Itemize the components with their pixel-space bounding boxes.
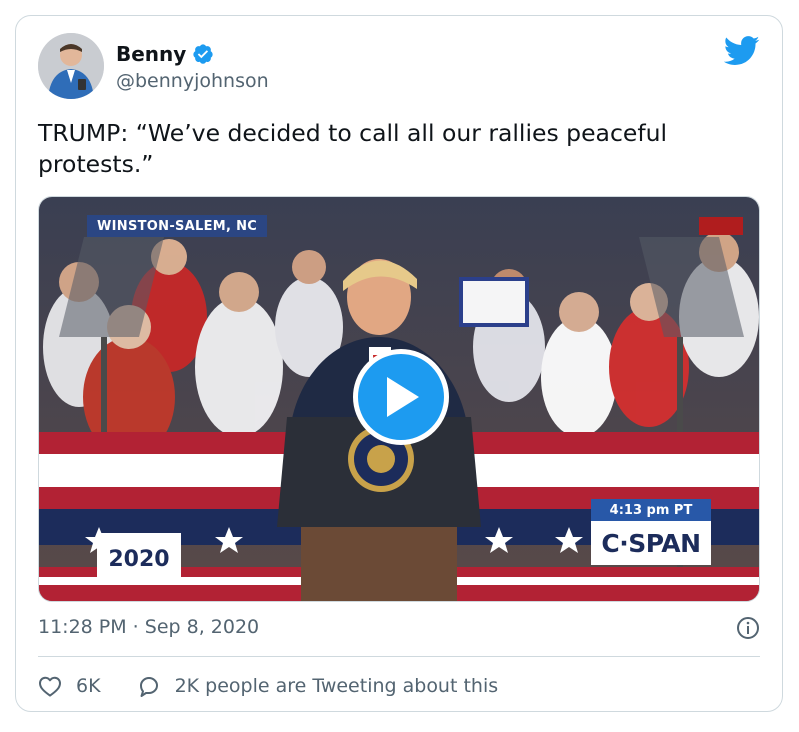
tweet-timestamp[interactable]: 11:28 PM · Sep 8, 2020 xyxy=(38,616,259,638)
author-handle[interactable]: @bennyjohnson xyxy=(116,70,269,92)
play-button[interactable] xyxy=(353,349,449,445)
video-player[interactable]: WINSTON-SALEM, NC 2020 4:13 pm PT C·SPAN xyxy=(38,196,760,602)
heart-icon xyxy=(39,676,61,697)
info-icon[interactable] xyxy=(736,616,760,640)
time-label: 4:13 pm PT xyxy=(591,499,711,521)
divider xyxy=(38,656,760,657)
conversation-text: 2K people are Tweeting about this xyxy=(174,675,499,697)
tweet-text: TRUMP: “We’ve decided to call all our ra… xyxy=(38,119,668,178)
like-count: 6K xyxy=(76,675,101,697)
author-name[interactable]: Benny xyxy=(116,42,186,66)
location-label: WINSTON-SALEM, NC xyxy=(87,215,268,237)
tweet-card: Benny @bennyjohnson TRUMP: “We’ve decide… xyxy=(15,15,783,712)
network-logo: C·SPAN xyxy=(591,521,711,565)
twitter-bird-icon[interactable] xyxy=(724,36,760,66)
action-bar: 6K 2K people are Tweeting about this xyxy=(38,671,498,701)
avatar[interactable] xyxy=(38,33,104,99)
like-button[interactable]: 6K xyxy=(38,674,101,698)
conversation-link[interactable]: 2K people are Tweeting about this xyxy=(137,674,499,698)
play-icon xyxy=(387,377,419,417)
speech-bubble-icon xyxy=(139,677,158,697)
event-logo: 2020 xyxy=(97,533,181,585)
verified-badge-icon xyxy=(193,44,213,64)
author-name-row[interactable]: Benny xyxy=(116,40,214,68)
